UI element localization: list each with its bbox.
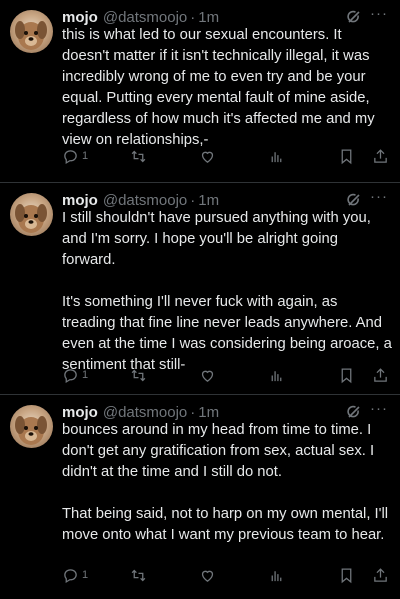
bookmark-icon [341,567,352,583]
tweet[interactable]: mojo @datsmoojo · 1m ··· bounces around … [0,394,400,599]
timeline-feed: mojo @datsmoojo · 1m ··· this is what le… [0,0,400,599]
more-icon[interactable]: ··· [370,188,388,205]
more-icon[interactable]: ··· [370,5,388,22]
action-bar: 1 [62,365,388,385]
more-icon[interactable]: ··· [370,400,388,417]
reply-count: 1 [82,369,89,381]
reply-count: 1 [82,569,89,581]
tweet-text: bounces around in my head from time to t… [62,422,389,543]
retweet-button[interactable] [130,367,147,384]
retweet-icon [131,569,146,581]
grok-icon[interactable] [346,9,362,25]
user-handle[interactable]: @datsmoojo [103,9,187,26]
separator-dot: · [190,403,196,421]
avatar[interactable] [10,193,53,236]
bookmark-button[interactable] [338,567,355,584]
retweet-button[interactable] [130,567,147,584]
share-button[interactable] [372,148,389,165]
share-icon [374,567,387,582]
grok-icon[interactable] [346,192,362,208]
display-name[interactable]: mojo [62,192,98,209]
separator-dot: · [190,191,196,209]
action-bar: 1 [62,565,388,585]
reply-icon [64,368,77,383]
reply-button[interactable]: 1 [62,148,88,165]
dog-avatar-image [15,21,47,50]
like-button[interactable] [199,567,216,584]
like-icon [201,570,214,582]
views-button[interactable] [268,567,285,584]
dog-avatar-image [15,204,47,233]
display-name[interactable]: mojo [62,404,98,421]
reply-icon [64,149,77,164]
views-icon [271,151,282,162]
like-icon [201,370,214,382]
grok-icon[interactable] [346,404,362,420]
tweet[interactable]: mojo @datsmoojo · 1m ··· this is what le… [0,0,400,182]
tweet[interactable]: mojo @datsmoojo · 1m ··· I still shouldn… [0,182,400,394]
avatar[interactable] [10,10,53,53]
display-name[interactable]: mojo [62,9,98,26]
bookmark-icon [341,148,352,164]
share-icon [374,148,387,163]
user-handle[interactable]: @datsmoojo [103,192,187,209]
share-icon [374,367,387,382]
like-button[interactable] [199,367,216,384]
retweet-icon [131,150,146,162]
user-handle[interactable]: @datsmoojo [103,404,187,421]
reply-icon [64,568,77,583]
reply-button[interactable]: 1 [62,367,88,384]
views-button[interactable] [268,148,285,165]
action-bar: 1 [62,146,388,166]
reply-count: 1 [82,150,89,162]
share-button[interactable] [372,567,389,584]
timestamp[interactable]: 1m [198,404,219,421]
reply-button[interactable]: 1 [62,567,88,584]
views-icon [271,570,282,581]
separator-dot: · [190,8,196,26]
bookmark-icon [341,367,352,383]
retweet-icon [131,369,146,381]
tweet-text: this is what led to our sexual encounter… [62,27,379,148]
share-button[interactable] [372,367,389,384]
views-icon [271,370,282,381]
timestamp[interactable]: 1m [198,192,219,209]
bookmark-button[interactable] [338,367,355,384]
views-button[interactable] [268,367,285,384]
like-button[interactable] [199,148,216,165]
avatar[interactable] [10,405,53,448]
like-icon [201,151,214,163]
bookmark-button[interactable] [338,148,355,165]
retweet-button[interactable] [130,148,147,165]
timestamp[interactable]: 1m [198,9,219,26]
tweet-text: I still shouldn't have pursued anything … [62,210,392,373]
dog-avatar-image [15,416,47,445]
